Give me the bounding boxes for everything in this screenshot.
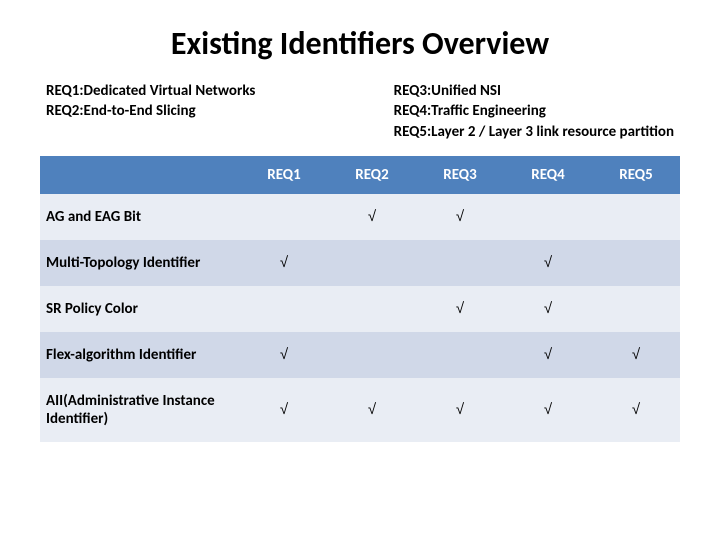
column-header-req1: REQ1: [240, 156, 328, 194]
check-mark-icon: √: [544, 346, 552, 363]
cell: √: [416, 286, 504, 332]
cell: √: [416, 194, 504, 240]
check-mark-icon: √: [456, 401, 464, 418]
check-mark-icon: √: [280, 401, 288, 418]
cell: √: [240, 378, 328, 442]
check-mark-icon: √: [456, 300, 464, 317]
table-header-blank: [40, 156, 240, 194]
cell: [592, 240, 680, 286]
cell: [240, 286, 328, 332]
check-mark-icon: √: [456, 208, 464, 225]
table-body: AG and EAG Bit√√Multi-Topology Identifie…: [40, 194, 680, 442]
check-mark-icon: √: [632, 346, 640, 363]
cell: [328, 240, 416, 286]
cell: √: [504, 286, 592, 332]
row-label: AII(Administrative Instance Identifier): [40, 378, 240, 442]
check-mark-icon: √: [544, 254, 552, 271]
cell: √: [592, 378, 680, 442]
cell: [416, 240, 504, 286]
cell: √: [240, 240, 328, 286]
column-header-req5: REQ5: [592, 156, 680, 194]
cell: √: [504, 240, 592, 286]
table-header-row: REQ1 REQ2 REQ3 REQ4 REQ5: [40, 156, 680, 194]
cell: [416, 332, 504, 378]
table-row: Multi-Topology Identifier √ √: [40, 240, 680, 286]
table-row: SR Policy Color √ √: [40, 286, 680, 332]
legend-line: REQ2:End-to-End Slicing: [46, 101, 255, 121]
check-mark-icon: √: [280, 254, 288, 271]
page-title: Existing Identifiers Overview: [40, 24, 680, 63]
cell: √: [328, 378, 416, 442]
column-header-req3: REQ3: [416, 156, 504, 194]
table-row: AII(Administrative Instance Identifier) √…: [40, 378, 680, 442]
check-mark-icon: √: [544, 300, 552, 317]
legend-right: REQ3:Unified NSI REQ4:Traffic Engineerin…: [394, 81, 674, 142]
cell: [328, 332, 416, 378]
cell: √: [328, 194, 416, 240]
legend-line: REQ1:Dedicated Virtual Networks: [46, 81, 255, 101]
legend-line: REQ4:Traffic Engineering: [394, 101, 674, 121]
requirements-legend: REQ1:Dedicated Virtual Networks REQ2:End…: [46, 81, 674, 142]
cell: [592, 194, 680, 240]
table-row: AG and EAG Bit √ √: [40, 194, 680, 240]
identifiers-table: REQ1 REQ2 REQ3 REQ4 REQ5 AG and EAG Bit √…: [40, 156, 680, 442]
table-row: Flex-algorithm Identifier √ √ √: [40, 332, 680, 378]
row-label: AG and EAG Bit: [40, 194, 240, 240]
check-mark-icon: √: [368, 401, 376, 418]
legend-left: REQ1:Dedicated Virtual Networks REQ2:End…: [46, 81, 255, 142]
row-label: Flex-algorithm Identifier: [40, 332, 240, 378]
check-mark-icon: √: [280, 346, 288, 363]
legend-line: REQ3:Unified NSI: [394, 81, 674, 101]
cell: √: [416, 378, 504, 442]
check-mark-icon: √: [544, 401, 552, 418]
legend-line: REQ5:Layer 2 / Layer 3 link resource par…: [394, 122, 674, 142]
cell: [328, 286, 416, 332]
slide: Existing Identifiers Overview REQ1:Dedic…: [0, 0, 720, 540]
cell: √: [240, 332, 328, 378]
cell: [592, 286, 680, 332]
check-mark-icon: √: [632, 401, 640, 418]
row-label: SR Policy Color: [40, 286, 240, 332]
cell: √: [592, 332, 680, 378]
row-label: Multi-Topology Identifier: [40, 240, 240, 286]
cell: [504, 194, 592, 240]
cell: √: [504, 332, 592, 378]
column-header-req2: REQ2: [328, 156, 416, 194]
column-header-req4: REQ4: [504, 156, 592, 194]
cell: [240, 194, 328, 240]
cell: √: [504, 378, 592, 442]
check-mark-icon: √: [368, 208, 376, 225]
